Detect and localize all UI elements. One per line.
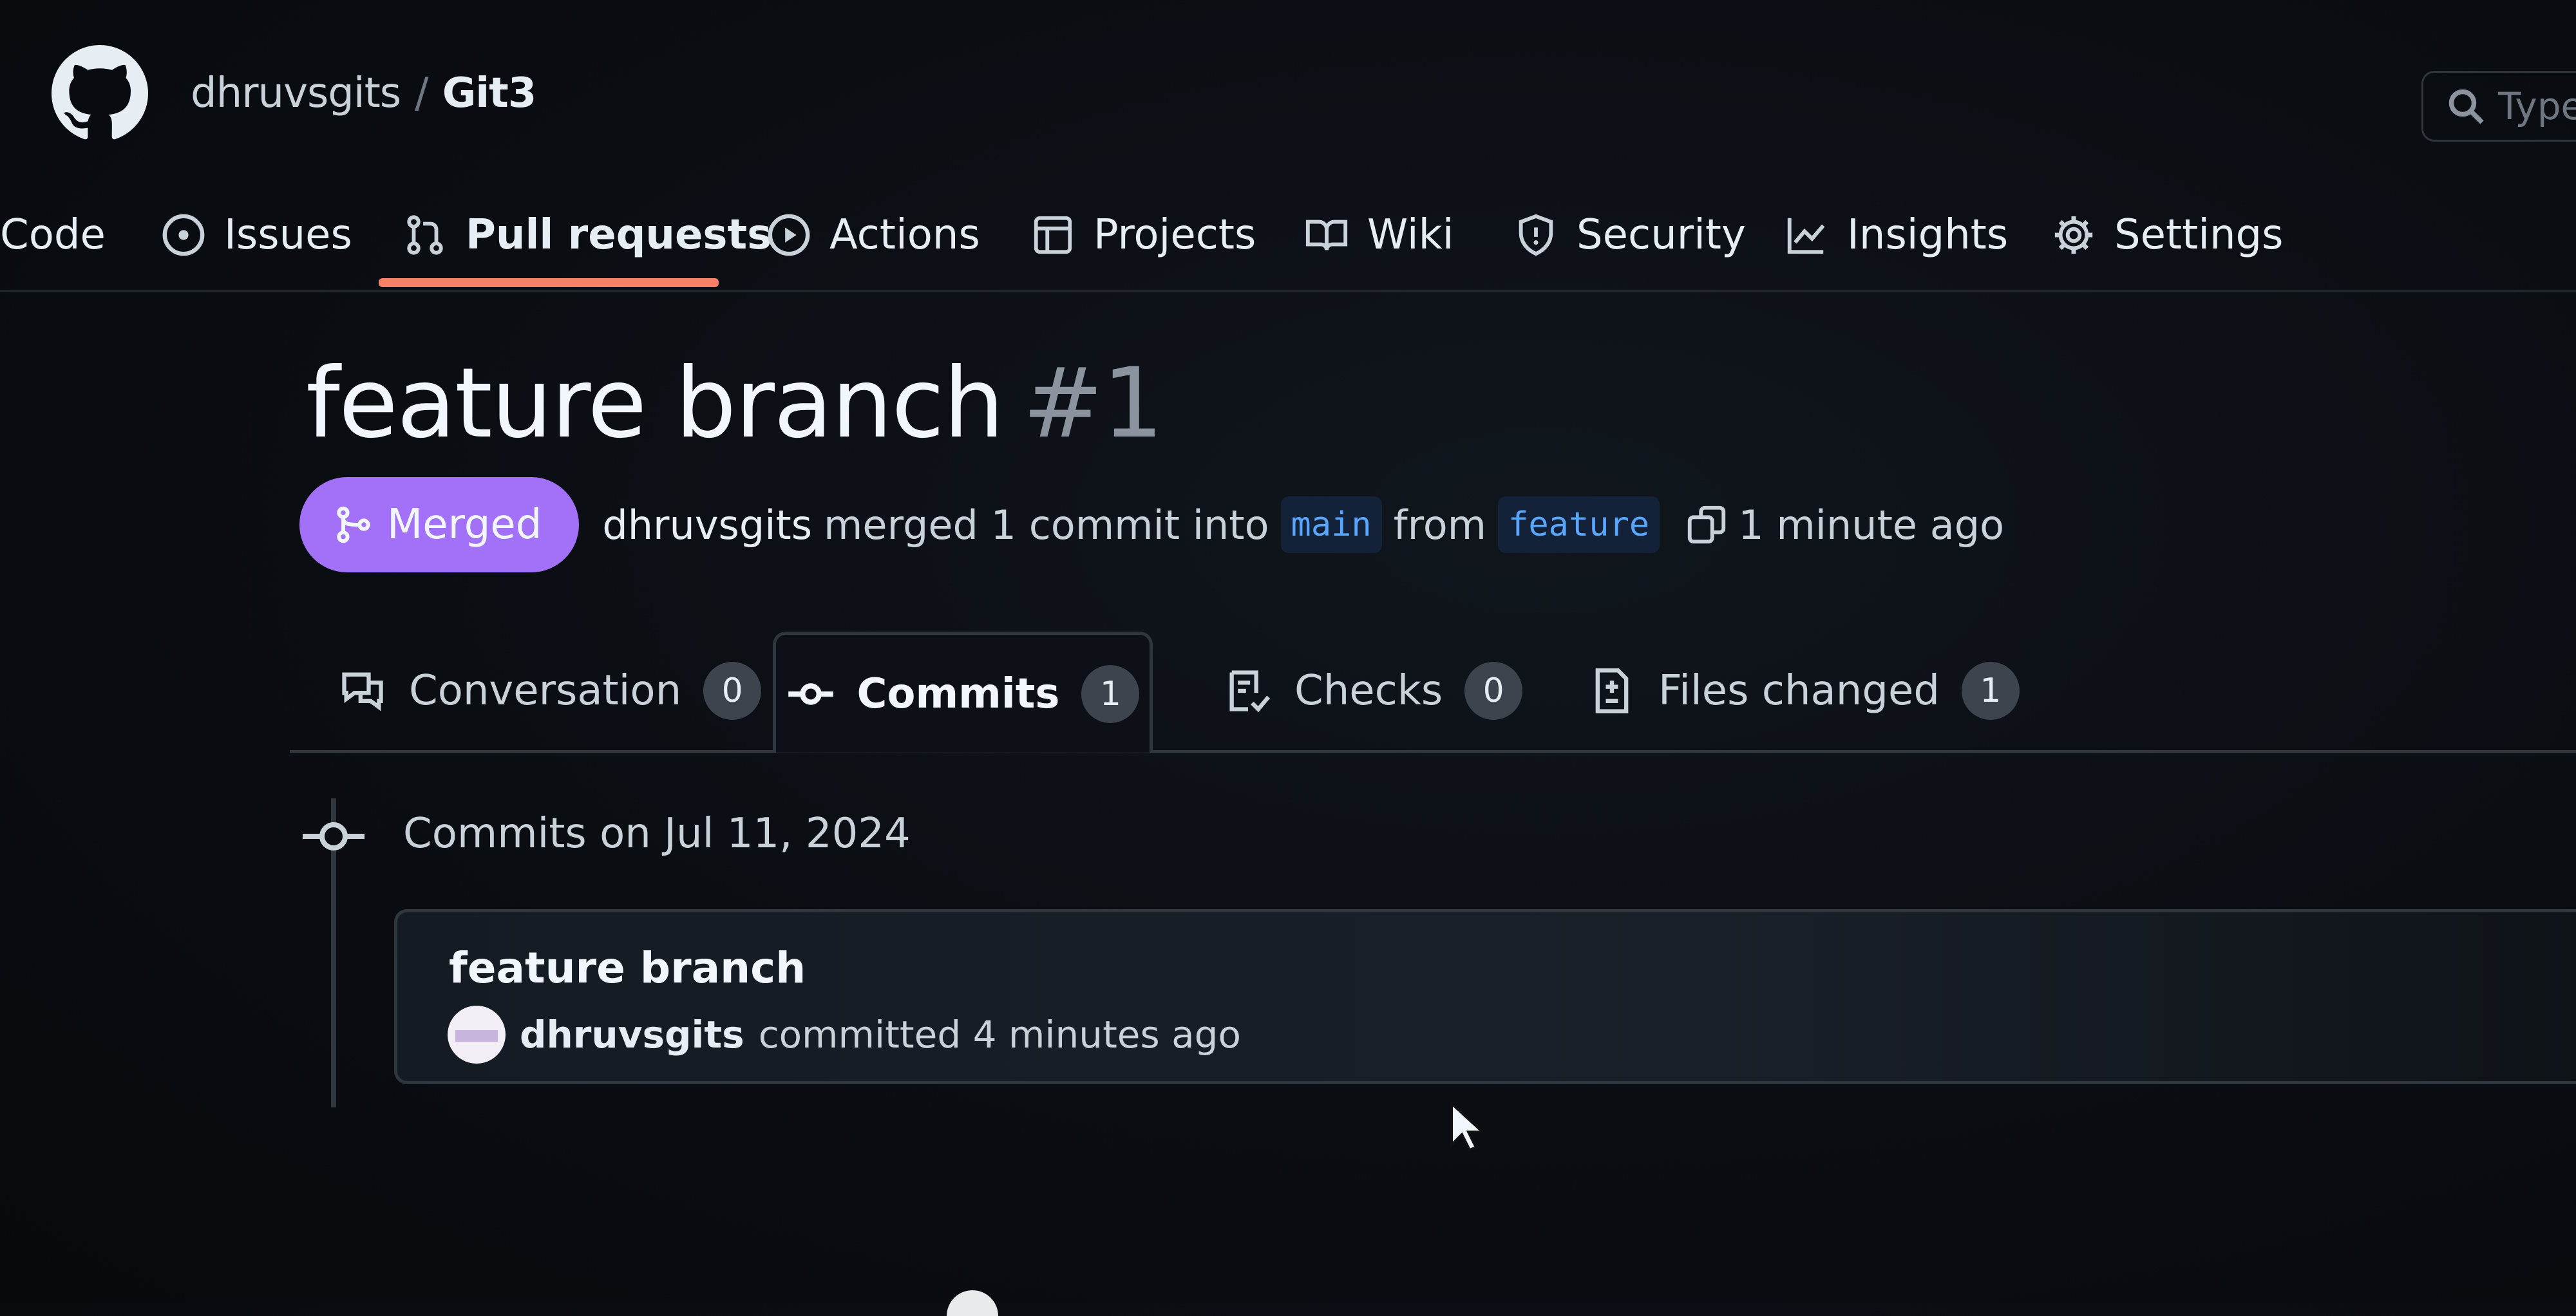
comment-discussion-icon (342, 672, 383, 711)
graph-icon (1787, 218, 1825, 254)
nav-pull-requests-label: Pull requests (466, 211, 772, 259)
nav-insights-label: Insights (1847, 211, 2009, 259)
repo-owner-link[interactable]: dhruvsgits (191, 70, 401, 117)
partial-avatar-shape (947, 1290, 998, 1316)
pr-author-link[interactable]: dhruvsgits (602, 502, 812, 549)
nav-security-label: Security (1577, 211, 1746, 259)
nav-wiki[interactable]: Wiki (1304, 187, 1454, 283)
commit-title-link[interactable]: feature branch (449, 943, 806, 993)
commit-time: committed 4 minutes ago (758, 1013, 1241, 1057)
tab-conversation-label: Conversation (409, 666, 682, 715)
nav-actions-label: Actions (829, 211, 980, 259)
breadcrumb-separator: / (415, 70, 429, 117)
head-branch[interactable]: feature (1498, 496, 1660, 553)
pr-title-text: feature branch (306, 348, 1005, 460)
merged-status-label: Merged (387, 501, 542, 549)
nav-code[interactable]: Code (0, 187, 106, 283)
github-logo-icon[interactable] (52, 45, 148, 142)
book-icon (1305, 220, 1348, 250)
nav-security[interactable]: Security (1513, 187, 1746, 283)
nav-issues-label: Issues (224, 211, 352, 259)
search-icon (2448, 89, 2484, 124)
breadcrumb: dhruvsgits / Git3 (191, 70, 536, 117)
repo-nav: Code Issues Pull requests Actions Projec… (0, 187, 2576, 292)
base-branch[interactable]: main (1280, 496, 1382, 553)
search-box[interactable]: Type (2421, 71, 2576, 142)
checklist-icon (1229, 670, 1271, 712)
nav-actions[interactable]: Actions (766, 187, 980, 283)
nav-projects[interactable]: Projects (1030, 187, 1256, 283)
nav-projects-label: Projects (1094, 211, 1256, 259)
merge-icon (337, 506, 370, 543)
nav-issues[interactable]: Issues (161, 187, 352, 283)
commit-date-heading: Commits on Jul 11, 2024 (403, 810, 911, 858)
pr-meta: Merged dhruvsgits merged 1 commit into m… (299, 476, 2004, 573)
issue-opened-icon (162, 214, 205, 256)
pr-action-text: merged 1 commit into (824, 501, 1269, 549)
commit-icon (303, 822, 365, 851)
nav-insights[interactable]: Insights (1784, 187, 2008, 283)
commit-meta: dhruvsgits committed 4 minutes ago (448, 1006, 1241, 1064)
shield-icon (1519, 214, 1553, 256)
gear-icon (2054, 216, 2093, 254)
tab-checks[interactable]: Checks 0 (1224, 634, 1523, 747)
nav-settings[interactable]: Settings (2051, 187, 2284, 283)
pr-time: 1 minute ago (1738, 501, 2005, 549)
play-icon (768, 214, 810, 256)
tab-files-changed-label: Files changed (1658, 666, 1940, 715)
nav-settings-label: Settings (2114, 211, 2284, 259)
tab-commits-count: 1 (1081, 664, 1140, 723)
tab-commits-label: Commits (857, 670, 1060, 718)
mouse-cursor-icon (1450, 1101, 1484, 1152)
commit-icon (788, 682, 833, 705)
tab-commits[interactable]: Commits 1 (773, 632, 1153, 753)
active-nav-underline (379, 278, 719, 287)
pr-tabs: Conversation 0 Commits 1 Checks 0 Files … (290, 632, 2576, 753)
pull-request-icon (407, 215, 443, 255)
avatar[interactable] (448, 1006, 506, 1064)
tab-files-changed-count: 1 (1961, 661, 2020, 720)
from-text: from (1393, 501, 1487, 549)
tab-conversation[interactable]: Conversation 0 (338, 634, 762, 747)
commit-list-item: feature branch dhruvsgits committed 4 mi… (394, 909, 2576, 1084)
nav-wiki-label: Wiki (1367, 211, 1454, 259)
top-bar: dhruvsgits / Git3 Type (0, 0, 2576, 148)
pr-title: feature branch #1 (306, 348, 1164, 460)
tab-files-changed[interactable]: Files changed 1 (1587, 634, 2020, 747)
table-icon (1034, 216, 1072, 254)
copy-icon[interactable] (1684, 502, 1729, 547)
tab-checks-count: 0 (1464, 661, 1523, 720)
nav-code-label: Code (0, 211, 106, 259)
merged-status-badge: Merged (299, 477, 580, 572)
nav-pull-requests[interactable]: Pull requests (402, 187, 772, 283)
file-diff-icon (1595, 668, 1629, 713)
search-placeholder: Type (2498, 84, 2576, 128)
commit-author-link[interactable]: dhruvsgits (520, 1013, 744, 1057)
repo-name-link[interactable]: Git3 (442, 70, 537, 117)
tab-conversation-count: 0 (703, 661, 762, 720)
pr-number: #1 (1022, 348, 1164, 460)
tab-checks-label: Checks (1294, 666, 1443, 715)
